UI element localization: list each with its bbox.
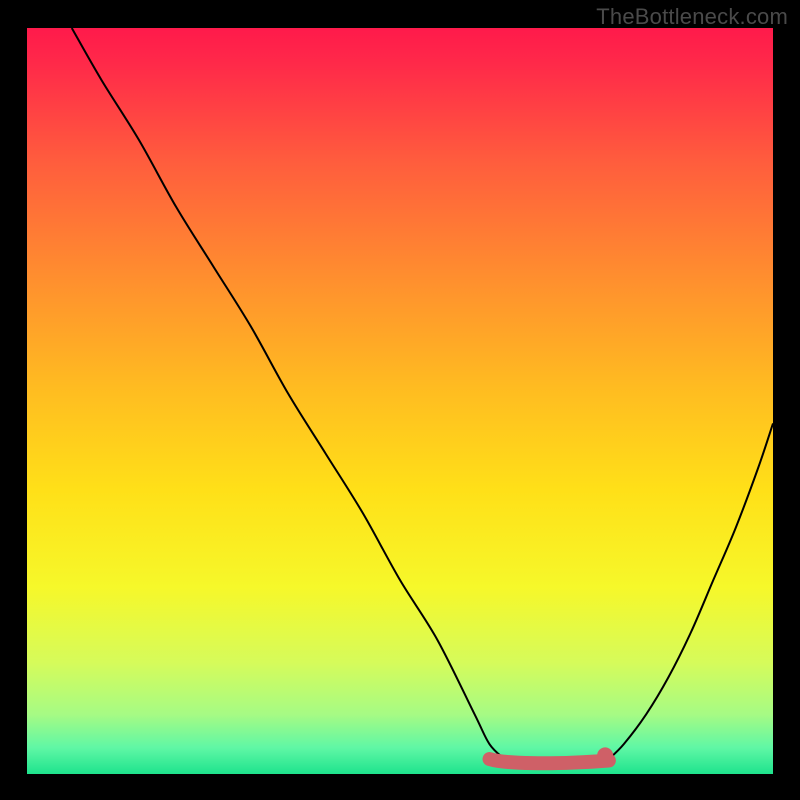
sweet-spot-segment <box>490 759 609 763</box>
chart-frame: TheBottleneck.com <box>0 0 800 800</box>
bottleneck-chart <box>0 0 800 800</box>
watermark-text: TheBottleneck.com <box>596 4 788 30</box>
sweet-spot-dot <box>597 747 613 763</box>
